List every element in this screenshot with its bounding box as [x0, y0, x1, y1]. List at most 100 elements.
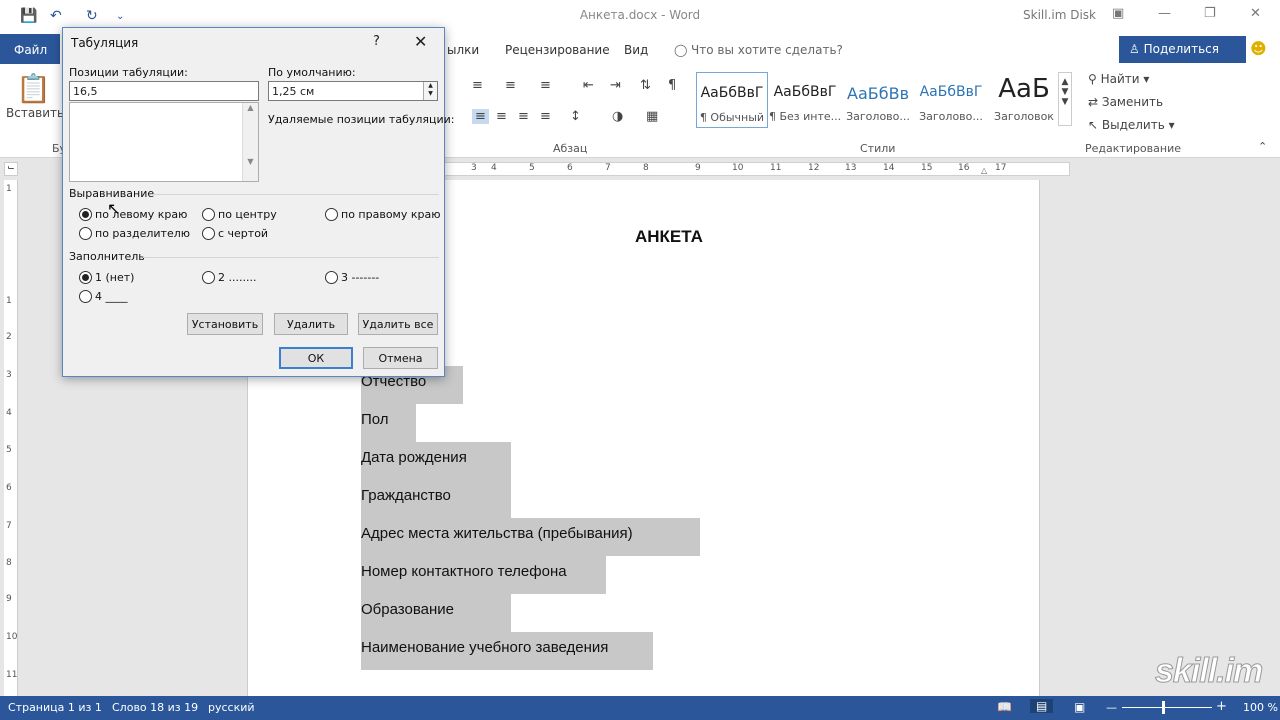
leader-dashes-label[interactable]: 3 -------	[341, 271, 379, 284]
ribbon-display-icon[interactable]: ▣	[1112, 6, 1124, 21]
find-button[interactable]: ⚲ Найти ▾	[1088, 72, 1149, 86]
find-label: Найти	[1100, 72, 1140, 86]
clear-button[interactable]: Удалить	[274, 313, 348, 335]
paste-icon[interactable]: 📋	[16, 72, 51, 105]
minimize-icon[interactable]: —	[1158, 6, 1171, 21]
maximize-icon[interactable]: ❐	[1204, 6, 1216, 21]
read-mode-icon[interactable]: 📖	[997, 700, 1012, 714]
borders-icon[interactable]: ▦	[646, 109, 658, 124]
align-center-label[interactable]: по центру	[218, 208, 277, 221]
default-stops-label: По умолчанию:	[268, 66, 356, 79]
style-heading-2[interactable]: АаБбВвГ Заголово...	[915, 72, 987, 128]
cancel-button[interactable]: Отмена	[363, 347, 438, 369]
style-no-spacing[interactable]: АаБбВвГ ¶ Без инте...	[769, 72, 841, 128]
leader-underline-label[interactable]: 4 ____	[95, 290, 128, 303]
tab-selector-icon[interactable]: ⌙	[4, 162, 18, 176]
set-button[interactable]: Установить	[187, 313, 263, 335]
pilcrow-icon[interactable]: ¶	[668, 78, 676, 93]
align-center-radio[interactable]	[202, 208, 215, 221]
leader-dots-label[interactable]: 2 ........	[218, 271, 256, 284]
leader-dashes-radio[interactable]	[325, 271, 338, 284]
spinner-arrows-icon[interactable]: ▲ ▼	[423, 82, 437, 100]
vertical-ruler[interactable]: 1 1 2 3 4 5 6 7 8 9 10 11	[4, 180, 18, 696]
replace-label: Заменить	[1101, 95, 1164, 109]
clear-all-button[interactable]: Удалить все	[358, 313, 438, 335]
smiley-icon[interactable]: ☻	[1250, 39, 1267, 58]
decrease-indent-icon[interactable]: ⇤	[583, 78, 594, 93]
leader-none-radio[interactable]	[79, 271, 92, 284]
horizontal-ruler[interactable]: 3 4 5 6 7 8 9 10 11 12 13 14 15 16 17 △	[440, 162, 1070, 176]
collapse-ribbon-icon[interactable]: ⌃	[1258, 140, 1267, 153]
increase-indent-icon[interactable]: ⇥	[610, 78, 621, 93]
styles-scroll-icon[interactable]: ▲ ▼ ▼	[1058, 72, 1072, 126]
numbering-icon[interactable]: ≡	[505, 78, 516, 93]
removed-stops-label: Удаляемые позиции табуляции:	[268, 113, 455, 126]
align-decimal-radio[interactable]	[79, 227, 92, 240]
ruler-label: 4	[6, 408, 12, 418]
default-stops-spinner[interactable]: 1,25 см ▲ ▼	[268, 81, 438, 101]
close-window-icon[interactable]: ✕	[1250, 6, 1261, 21]
tab-stop-marker-icon[interactable]: △	[981, 166, 987, 175]
tab-file[interactable]: Файл	[0, 34, 60, 64]
ruler-label: 2	[6, 332, 12, 342]
style-heading-1[interactable]: АаБбВв Заголово...	[842, 72, 914, 128]
ruler-label: 10	[6, 632, 18, 642]
leader-underline-radio[interactable]	[79, 290, 92, 303]
leader-dots-radio[interactable]	[202, 271, 215, 284]
align-decimal-label[interactable]: по разделителю	[95, 227, 190, 240]
zoom-level[interactable]: 100 %	[1243, 701, 1278, 714]
ruler-label: 5	[6, 445, 12, 455]
page-count[interactable]: Страница 1 из 1	[8, 701, 102, 714]
select-button[interactable]: ↖ Выделить ▾	[1088, 118, 1175, 132]
style-preview: АаБбВвГ	[773, 84, 837, 100]
help-button[interactable]: ?	[373, 34, 380, 49]
tab-positions-list[interactable]: ▲ ▼	[69, 102, 259, 182]
replace-button[interactable]: ⇄ Заменить	[1088, 95, 1163, 109]
account-name[interactable]: Skill.im Disk	[1023, 8, 1096, 22]
close-icon[interactable]: ✕	[414, 32, 427, 51]
sort-icon[interactable]: ⇅	[640, 78, 651, 93]
ruler-label: 14	[883, 163, 895, 173]
share-button[interactable]: ♙ Поделиться	[1119, 36, 1246, 63]
tab-review[interactable]: Рецензирование	[505, 43, 610, 57]
share-label: Поделиться	[1143, 42, 1219, 56]
zoom-in-icon[interactable]: +	[1216, 699, 1227, 714]
align-right-radio[interactable]	[325, 208, 338, 221]
print-layout-icon[interactable]: ▤	[1030, 699, 1054, 713]
align-bar-radio[interactable]	[202, 227, 215, 240]
align-left-icon[interactable]: ≡	[472, 109, 489, 124]
multilevel-list-icon[interactable]: ≡	[540, 78, 551, 93]
style-normal[interactable]: АаБбВвГ ¶ Обычный	[696, 72, 768, 128]
align-right-label[interactable]: по правому краю	[341, 208, 440, 221]
justify-icon[interactable]: ≡	[540, 109, 551, 124]
align-right-icon[interactable]: ≡	[518, 109, 529, 124]
align-bar-label[interactable]: с чертой	[218, 227, 268, 240]
document-line: Образование	[361, 594, 511, 632]
web-layout-icon[interactable]: ▣	[1074, 700, 1085, 714]
align-left-radio[interactable]	[79, 208, 92, 221]
tab-view[interactable]: Вид	[624, 43, 648, 57]
leader-none-label[interactable]: 1 (нет)	[95, 271, 134, 284]
zoom-out-icon[interactable]: —	[1106, 701, 1117, 714]
leader-label: Заполнитель	[69, 250, 145, 263]
bullets-icon[interactable]: ≡	[472, 78, 483, 93]
zoom-slider-thumb[interactable]	[1162, 701, 1165, 714]
tell-me-input[interactable]: Что вы хотите сделать?	[691, 43, 843, 57]
list-scrollbar[interactable]: ▲ ▼	[242, 103, 258, 181]
paste-label[interactable]: Вставить	[6, 106, 64, 120]
tab-mailings[interactable]: ылки	[447, 43, 479, 57]
tab-positions-input[interactable]: 16,5	[69, 81, 259, 101]
leader-divider	[143, 257, 439, 258]
zoom-slider[interactable]	[1122, 707, 1212, 708]
language-indicator[interactable]: русский	[208, 701, 255, 714]
style-title[interactable]: АаБ Заголовок	[988, 72, 1060, 128]
style-name: ¶ Без инте...	[769, 110, 841, 123]
shading-icon[interactable]: ◑	[612, 109, 623, 124]
ruler-label: 11	[770, 163, 782, 173]
word-count[interactable]: Слово 18 из 19	[112, 701, 198, 714]
ruler-label: 15	[921, 163, 933, 173]
align-center-icon[interactable]: ≡	[496, 109, 507, 124]
ok-button[interactable]: ОК	[279, 347, 353, 369]
ruler-label: 1	[6, 296, 12, 306]
line-spacing-icon[interactable]: ↕	[570, 109, 581, 124]
